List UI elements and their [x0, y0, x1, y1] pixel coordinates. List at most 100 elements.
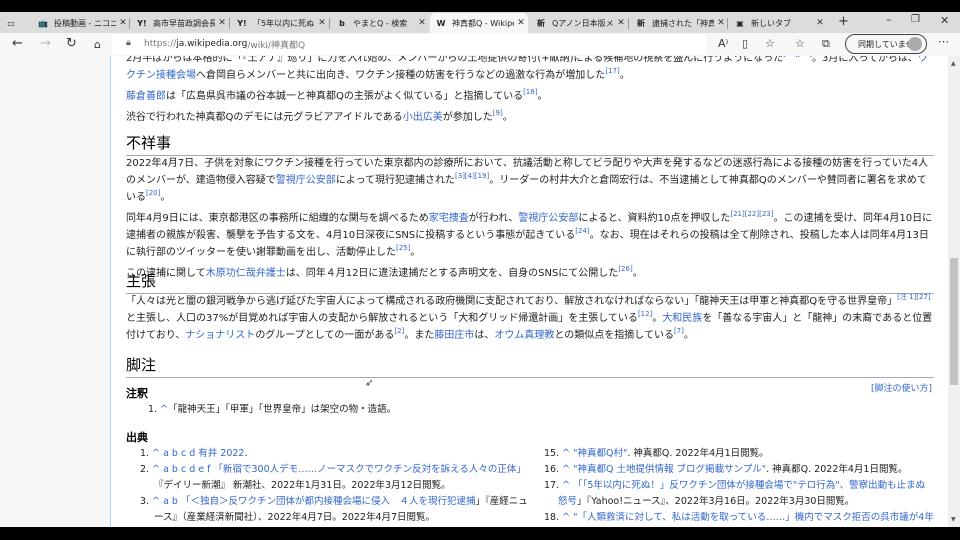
home-button[interactable]: ⌂ [94, 38, 101, 51]
text-run: との類似点を指摘している [554, 330, 674, 341]
profile-button[interactable]: 同期していません [845, 34, 927, 54]
citation-link[interactable]: [3][4][19] [455, 172, 489, 180]
tab-close-icon[interactable]: ✕ [215, 18, 229, 28]
heading-sources: 出典 [126, 431, 148, 444]
inline-link[interactable]: 「＜独自＞反ワクチン団体が都内接種会場に侵入 ４人を現行犯逮捕 [181, 496, 476, 507]
citation-link[interactable]: [20] [146, 189, 160, 197]
wikipedia-page: 2月半ばからは本格的に「『土アナ』巡り」に力を入れ始め、メンバーからの土地提供の… [0, 56, 960, 527]
favorites-icon[interactable]: ☆ [795, 37, 805, 50]
list-item: 15. ^ "神真都Q村". 神真都Q. 2022年4月1日閲覧。 [544, 446, 934, 462]
minimize-button[interactable]: – [886, 13, 892, 26]
inline-link[interactable]: 藤田庄市 [434, 330, 474, 341]
tab-2[interactable]: Y! 「5年以内に死ぬ！✕ [231, 13, 329, 33]
citation-link[interactable]: [注 1][27] [897, 293, 931, 301]
citation-link[interactable]: [17] [605, 67, 619, 75]
tab-close-icon[interactable]: ✕ [714, 18, 728, 28]
tab-4[interactable]: W 神真都Q - Wikipedia✕ [430, 13, 528, 33]
inline-link[interactable]: ^ a b c d e f [152, 464, 210, 475]
inline-link[interactable]: ^ [562, 512, 570, 523]
page-scrollbar[interactable]: ▲ ▼ [948, 56, 960, 527]
collections-icon[interactable]: ⧉ [822, 37, 830, 51]
close-window-button[interactable]: ✕ [940, 14, 949, 27]
tab-6[interactable]: 新逮捕された「神真都✕ [630, 13, 728, 33]
tab-close-icon[interactable]: ✕ [614, 18, 628, 28]
text-run: 。 [410, 247, 421, 258]
tab-favicon-icon: W [436, 18, 446, 28]
new-tab-button[interactable]: + [838, 14, 849, 29]
tab-label: 高市早苗政調会長 [153, 18, 215, 28]
citation-link[interactable]: [24] [575, 227, 589, 235]
restore-button[interactable]: ❐ [911, 14, 920, 25]
tab-label: 逮捕された「神真都 [652, 18, 714, 28]
inline-link[interactable]: 藤倉善郎 [126, 91, 166, 102]
lock-icon: 🔒︎ [126, 38, 131, 48]
tab-7[interactable]: ▣ 新しいタブ ✕ [729, 13, 827, 33]
inline-link[interactable]: ^ [562, 480, 570, 491]
inline-link[interactable]: ^ a b [152, 496, 178, 507]
citation-link[interactable]: [18] [523, 88, 537, 96]
text-run: 同年4月9日には、東京都港区の事務所に組織的な関与を調べるため [126, 213, 429, 224]
tab-5[interactable]: 新 Qアノン日本版メン✕ [530, 13, 628, 33]
tab-strip: ▭ 📺投稿動画 - ニコニコ✕Y!高市早苗政調会長✕Y!「5年以内に死ぬ！✕bや… [0, 12, 960, 33]
tab-close-icon[interactable]: ✕ [514, 18, 528, 28]
add-favorite-icon[interactable]: ☆ [765, 37, 775, 50]
inline-link[interactable]: ナショナリスト [185, 330, 255, 341]
inline-link[interactable]: 「新宿で300人デモ……ノーマスクでワクチン反対を訴える人々の正体」 [214, 464, 526, 475]
tab-actions-button[interactable]: ▭ [0, 13, 30, 33]
list-item: 18. ^ "「人類救済に対して、私は活動を取っている……」機内でマスク拒否の呉… [544, 510, 934, 527]
inline-link[interactable]: 警視庁公安部 [276, 175, 336, 186]
citation-link[interactable]: [2] [394, 327, 404, 335]
inline-link[interactable]: "神真都Q村" [573, 448, 627, 459]
citation-link[interactable]: [12] [638, 310, 652, 318]
heading-claims: 主張 [126, 270, 934, 294]
tab-close-icon[interactable]: ✕ [415, 18, 429, 28]
inline-link[interactable]: 家宅捜査 [429, 213, 469, 224]
forward-button[interactable]: → [40, 36, 51, 51]
scroll-up-arrow-icon[interactable]: ▲ [951, 60, 956, 67]
citation-link[interactable]: [25] [396, 244, 410, 252]
sidebar [0, 56, 111, 527]
text-run: . 神真都Q. 2022年4月1日閲覧。 [766, 464, 908, 475]
screen-top-bar [0, 0, 960, 12]
tab-close-icon[interactable]: ✕ [315, 18, 329, 28]
footnotes-howto-link[interactable]: [脚注の使い方] [871, 381, 932, 394]
inline-link[interactable]: ^ a b c d [152, 448, 195, 459]
citation-link[interactable]: [21][22][23] [730, 210, 773, 218]
intro-section: 2月半ばからは本格的に「『土アナ』巡り」に力を入れ始め、メンバーからの土地提供の… [126, 56, 934, 130]
tab-favicon-icon: 📺 [38, 18, 48, 28]
inline-link[interactable]: ^ [562, 448, 570, 459]
immersive-reader-icon[interactable]: ▯ [742, 37, 748, 50]
inline-link[interactable]: "神真都Q 土地提供情報 ブログ掲載サンプル" [573, 464, 766, 475]
text-run: と主張し、人口の37%が目覚めれば宇宙人の支配から解放されるという「大和グリッド… [126, 313, 638, 324]
read-aloud-icon[interactable]: A⁾ [718, 37, 728, 50]
inline-link[interactable]: 有井 2022 [198, 448, 244, 459]
tab-separator [329, 18, 330, 29]
tab-close-icon[interactable]: ✕ [116, 18, 130, 28]
citation-link[interactable]: [15][16] [783, 56, 812, 58]
reload-button[interactable]: ↻ [66, 36, 77, 51]
tab-separator [628, 18, 629, 29]
url-text[interactable]: https://ja.wikipedia.org/wiki/神真都Q [144, 34, 330, 54]
url-field[interactable]: 🔒︎ https://ja.wikipedia.org/wiki/神真都Q [112, 34, 707, 55]
inline-link[interactable]: ^ [562, 464, 570, 475]
citation-link[interactable]: [7] [674, 327, 684, 335]
inline-link[interactable]: オウム真理教 [494, 330, 554, 341]
text-run: 17. [544, 480, 563, 491]
citation-link[interactable]: [9] [493, 109, 503, 117]
back-button[interactable]: ← [12, 36, 23, 51]
scrollbar-thumb[interactable] [950, 258, 958, 385]
tab-close-icon[interactable]: ✕ [813, 18, 827, 28]
text-run: は、 [474, 330, 495, 341]
inline-link[interactable]: 小出広美 [403, 112, 443, 123]
scroll-down-arrow-icon[interactable]: ▼ [951, 516, 956, 523]
tab-0[interactable]: 📺 投稿動画 - ニコニコ✕ [32, 13, 130, 33]
sources-list-right: 15. ^ "神真都Q村". 神真都Q. 2022年4月1日閲覧。 16. ^ "… [544, 446, 934, 527]
inline-link[interactable]: 大和民族 [662, 313, 702, 324]
tab-3[interactable]: b やまとQ - 検索 ✕ [331, 13, 429, 33]
inline-link[interactable]: "「人類救済に対して、私は活動を取っている……」機内でマスク拒否の呉市議が4年前… [558, 512, 934, 527]
url-host: ja.wikipedia.org [176, 39, 248, 49]
more-menu-button[interactable]: ⋯ [938, 35, 949, 48]
tab-1[interactable]: Y! 高市早苗政調会長 ✕ [131, 13, 229, 33]
inline-link[interactable]: 警視庁公安部 [518, 213, 578, 224]
inline-link[interactable]: ^ [160, 404, 168, 415]
